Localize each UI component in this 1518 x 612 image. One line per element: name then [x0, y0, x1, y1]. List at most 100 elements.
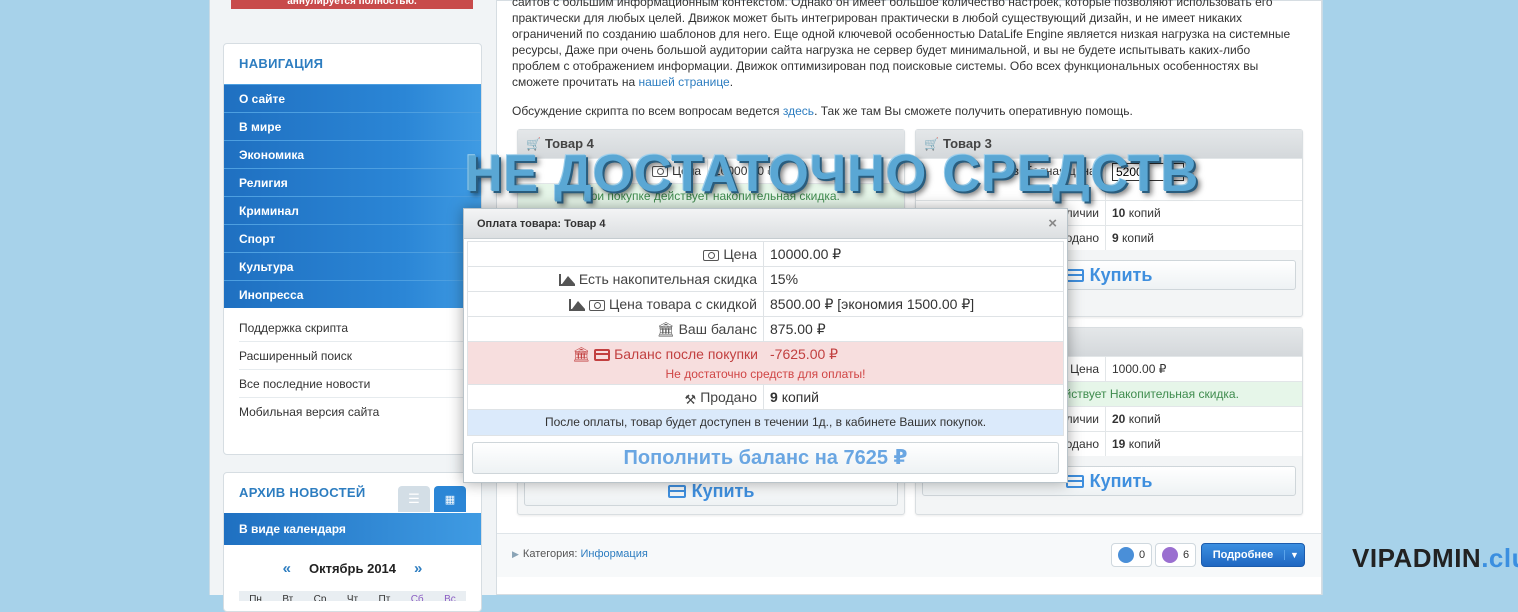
sold-unit: копий	[1122, 231, 1154, 245]
article-footer: ▶ Категория: Информация 0 6 Подробнее ▼	[497, 533, 1321, 577]
payment-details-table: Цена 10000.00 ₽ Есть накопительная скидк…	[467, 241, 1064, 436]
calendar-next-month[interactable]: »	[414, 560, 422, 577]
weekday: Вс	[444, 594, 456, 601]
comment-icon	[1118, 547, 1134, 563]
nav-item-culture[interactable]: Культура	[224, 252, 481, 280]
article-text-fragment: сможете прочитать на	[512, 75, 639, 89]
category-link[interactable]: Информация	[580, 548, 647, 560]
row-value: 10000.00 ₽	[770, 246, 842, 262]
nav-item-crime[interactable]: Криминал	[224, 196, 481, 224]
label-text: Есть накопительная скидка	[578, 271, 757, 287]
label-text: Ваш баланс	[678, 321, 757, 337]
row-label: Цена товара с скидкой	[468, 292, 764, 316]
insufficient-funds-banner: НЕ ДОСТАТОЧНО СРЕДСТВ	[465, 145, 1200, 203]
credit-card-icon	[1065, 269, 1084, 282]
archive-calendar-subtitle: В виде календаря	[224, 513, 481, 545]
topup-balance-button[interactable]: Пополнить баланс на 7625 ₽	[472, 442, 1059, 474]
close-icon[interactable]: ×	[1048, 215, 1057, 232]
weekday: Пн	[249, 594, 262, 601]
more-label: Подробнее	[1212, 549, 1274, 561]
weekday: Пт	[378, 594, 391, 601]
row-value: 875.00 ₽	[770, 321, 826, 337]
views-count: 6	[1183, 549, 1190, 561]
calendar-header: « Октябрь 2014 »	[224, 545, 481, 591]
modal-delivery-info: После оплаты, товар будет доступен в теч…	[468, 410, 1063, 435]
nav-item-foreign-press[interactable]: Инопресса	[224, 280, 481, 308]
our-page-link[interactable]: нашей странице	[639, 75, 730, 89]
chevron-down-icon[interactable]: ▼	[1284, 550, 1304, 560]
views-counter: 6	[1155, 543, 1197, 567]
row-value: 8500.00 ₽ [экономия 1500.00 ₽]	[770, 296, 975, 312]
modal-row-sold: ⚒ Продано 9 копий	[468, 385, 1063, 410]
modal-title: Оплата товара: Товар 4	[464, 209, 1067, 239]
discussion-link[interactable]: здесь	[783, 104, 814, 118]
row-value: -7625.00 ₽	[770, 346, 839, 362]
article-body: сайтов с большим информационным контекст…	[512, 0, 1307, 90]
product-sold-value: 9 копий	[1106, 226, 1154, 250]
archive-tab-calendar[interactable]: ▦	[434, 486, 466, 512]
modal-row-price: Цена 10000.00 ₽	[468, 242, 1063, 267]
modal-row-balance-after: 🏛 Баланс после покупки -7625.00 ₽ Не дост…	[468, 342, 1063, 385]
sold-count: 9	[1112, 231, 1119, 245]
views-icon	[1162, 547, 1178, 563]
buy-label: Купить	[1089, 471, 1153, 491]
product-price-value: 1000.00 ₽	[1112, 362, 1167, 376]
money-icon	[588, 300, 605, 311]
category-label: Категория:	[522, 548, 578, 560]
weekday: Ср	[313, 594, 327, 601]
discussion-text: Обсуждение скрипта по всем вопросам веде…	[512, 104, 783, 118]
label-text: Цена товара с скидкой	[608, 296, 757, 312]
stock-count: 10	[1112, 206, 1126, 220]
row-label: Есть накопительная скидка	[468, 267, 764, 291]
calendar-prev-month[interactable]: «	[283, 560, 291, 577]
product-sold-value: 19 копий	[1106, 432, 1161, 456]
article-text-fragment: .	[729, 75, 734, 89]
weekday: Чт	[346, 594, 359, 601]
archive-tab-list[interactable]: ☰	[398, 486, 430, 512]
payment-modal: Оплата товара: Товар 4 × Цена 10000.00 ₽…	[463, 208, 1068, 483]
grid-icon: ▦	[444, 493, 456, 506]
nav-item-economy[interactable]: Экономика	[224, 140, 481, 168]
sold-count: 19	[1112, 437, 1126, 451]
discussion-line: Обсуждение скрипта по всем вопросам веде…	[512, 104, 1307, 118]
row-label: ⚒ Продано	[468, 385, 764, 409]
label-text: Цена	[723, 246, 757, 262]
money-icon	[703, 250, 720, 261]
nav-item-about[interactable]: О сайте	[224, 84, 481, 112]
sold-count: 9	[770, 389, 778, 405]
area-chart-icon	[568, 299, 585, 311]
triangle-icon: ▶	[512, 549, 519, 559]
article-line: ресурсы, Даже при очень большой аудитори…	[512, 43, 1251, 57]
label-text: Баланс после покупки	[614, 346, 758, 362]
navigation-block: НАВИГАЦИЯ О сайте В мире Экономика Религ…	[223, 43, 482, 455]
nav-item-world[interactable]: В мире	[224, 112, 481, 140]
row-value: 9 копий	[764, 385, 819, 409]
nav-item-sport[interactable]: Спорт	[224, 224, 481, 252]
nav-link-latest-news[interactable]: Все последние новости	[239, 370, 466, 398]
credit-card-icon	[667, 485, 686, 498]
navigation-title: НАВИГАЦИЯ	[239, 56, 324, 71]
modal-row-discount: Есть накопительная скидка 15%	[468, 267, 1063, 292]
comments-counter[interactable]: 0	[1111, 543, 1153, 567]
modal-row-balance: 🏛 Ваш баланс 875.00 ₽	[468, 317, 1063, 342]
product-stock-value: 20 копий	[1106, 407, 1161, 431]
insufficient-funds-error: Не достаточно средств для оплаты!	[665, 367, 866, 381]
top-red-banner: аннулируется полностью.	[231, 0, 473, 9]
navigation-secondary-list: Поддержка скрипта Расширенный поиск Все …	[224, 308, 481, 426]
nav-link-mobile-version[interactable]: Мобильная версия сайта	[239, 398, 466, 426]
discussion-text: . Так же там Вы сможете получить операти…	[814, 104, 1133, 118]
product-stock-value: 10 копий	[1106, 201, 1161, 225]
credit-card-icon	[1065, 475, 1084, 488]
more-button[interactable]: Подробнее ▼	[1201, 543, 1305, 567]
label-text: Продано	[700, 389, 757, 405]
article-line: ограничений по созданию шаблонов для нег…	[512, 27, 1291, 41]
watermark-main: VIPADMIN	[1352, 543, 1482, 573]
nav-link-advanced-search[interactable]: Расширенный поиск	[239, 342, 466, 370]
nav-link-script-support[interactable]: Поддержка скрипта	[239, 314, 466, 342]
balance-after-line: 🏛 Баланс после покупки -7625.00 ₽	[468, 342, 1063, 367]
nav-item-religion[interactable]: Религия	[224, 168, 481, 196]
row-label: 🏛 Баланс после покупки	[468, 342, 764, 367]
buy-label: Купить	[1089, 265, 1153, 285]
comments-count: 0	[1139, 549, 1146, 561]
site-watermark: VIPADMIN.club	[1352, 543, 1518, 574]
